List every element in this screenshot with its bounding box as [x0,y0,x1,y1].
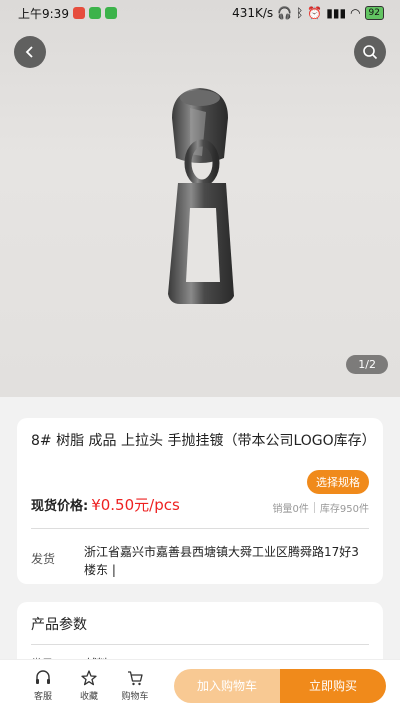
search-button[interactable] [354,36,386,68]
signal-icon: ▮▮▮ [326,6,347,20]
ship-from-label: 发货 [31,552,56,566]
divider [31,528,369,529]
alarm-icon: ⏰ [307,6,323,20]
bottom-action-bar: 客服 收藏 购物车 加入购物车 立即购买 [0,659,400,711]
divider [31,644,369,645]
favorite-label: 收藏 [79,692,98,702]
app-notification-icon [72,7,85,19]
message-notification-icon [104,7,117,19]
product-title: 8# 树脂 成品 上拉头 手抛挂镀（带本公司LOGO库存） [31,433,376,449]
shopping-cart-icon [128,671,143,686]
status-time: 上午9:39 [18,6,69,21]
cart-button[interactable]: 购物车 [112,669,158,702]
sales-stock-row: 销量0件 库存950件 [273,500,369,515]
price-value: ¥0.50元/pcs [91,496,180,514]
battery-icon: 92 [364,6,384,20]
star-icon [81,670,97,686]
status-bar: 上午9:39 431K/s 🎧 ᛒ ⏰ ▮▮▮ ◠ 92 [0,0,400,26]
product-info-card: 8# 树脂 成品 上拉头 手抛挂镀（带本公司LOGO库存） 选择规格 现货价格:… [17,418,383,584]
network-speed: 431K/s [232,6,274,20]
cart-label: 购物车 [121,692,149,702]
back-button[interactable] [14,36,46,68]
wifi-icon: ◠ [350,6,361,20]
purchase-buttons: 加入购物车 立即购买 [174,668,386,703]
sales-count: 销量0件 [272,504,309,515]
headset-icon [36,670,50,684]
stock-count: 库存950件 [319,504,369,515]
divider [313,502,315,513]
product-image-gallery[interactable]: 1/2 [0,0,400,397]
zipper-pull-product-photo [168,88,234,304]
customer-service-label: 客服 [33,692,52,702]
select-spec-button[interactable]: 选择规格 [307,470,369,494]
params-title: 产品参数 [31,617,87,633]
headphone-icon: 🎧 [277,6,293,20]
bluetooth-icon: ᛒ [296,6,304,20]
buy-now-button[interactable]: 立即购买 [280,668,386,703]
chevron-left-icon [25,46,33,58]
wechat-notification-icon [88,7,101,19]
image-counter: 1/2 [346,355,388,374]
favorite-button[interactable]: 收藏 [66,669,112,702]
add-to-cart-button[interactable]: 加入购物车 [174,668,280,703]
search-icon [363,45,378,60]
ship-from-address: 浙江省嘉兴市嘉善县西塘镇大舜工业区腾舜路17好3楼东 | [84,545,359,577]
price-row: 现货价格: ¥0.50元/pcs [31,494,180,515]
price-label: 现货价格: [31,499,89,514]
customer-service-button[interactable]: 客服 [20,669,66,702]
